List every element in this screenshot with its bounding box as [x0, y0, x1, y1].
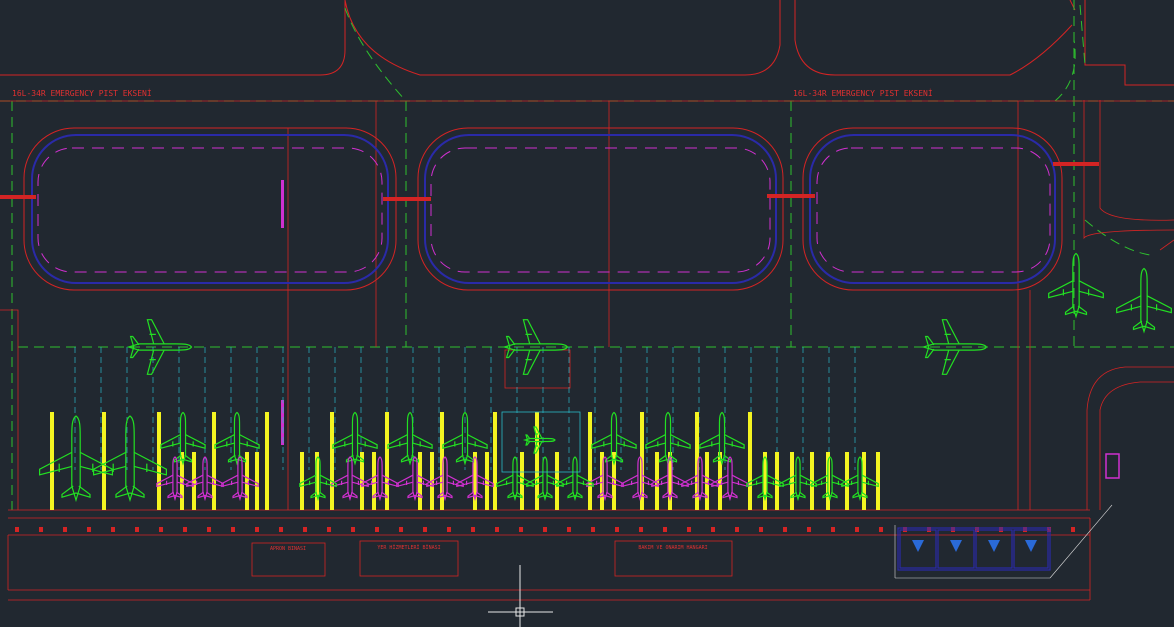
dimension-tick: [831, 527, 835, 532]
runway-label-left: 16L-34R EMERGENCY PIST EKSENİ: [12, 88, 152, 98]
yellow-stand-bar: [372, 452, 376, 510]
yellow-stand-bar: [157, 412, 161, 510]
dimension-tick: [39, 527, 43, 532]
yellow-stand-bar: [102, 412, 106, 510]
dimension-tick: [135, 527, 139, 532]
dimension-tick: [399, 527, 403, 532]
dimension-tick: [687, 527, 691, 532]
dimension-tick: [231, 527, 235, 532]
yellow-stand-bar: [748, 412, 752, 510]
dimension-tick: [471, 527, 475, 532]
dimension-tick: [255, 527, 259, 532]
dimension-tick: [879, 527, 883, 532]
dimension-tick: [207, 527, 211, 532]
yellow-stand-bar: [255, 452, 259, 510]
yellow-stand-bar: [212, 412, 216, 510]
dimension-tick: [495, 527, 499, 532]
dimension-tick: [639, 527, 643, 532]
dimension-tick: [111, 527, 115, 532]
dimension-tick: [15, 527, 19, 532]
dimension-tick: [567, 527, 571, 532]
dimension-tick: [711, 527, 715, 532]
dimension-tick: [159, 527, 163, 532]
dimension-tick: [615, 527, 619, 532]
dimension-tick: [759, 527, 763, 532]
cad-drawing-canvas[interactable]: APRON BINASI YER HİZMETLERİ BİNASI BAKIM…: [0, 0, 1174, 627]
dimension-tick: [855, 527, 859, 532]
yellow-stand-bar: [330, 412, 334, 510]
building-label-2: YER HİZMETLERİ BİNASI: [377, 544, 440, 551]
building-label-1: APRON BINASI: [270, 546, 306, 552]
dimension-tick: [63, 527, 67, 532]
dimension-tick: [327, 527, 331, 532]
yellow-stand-bar: [493, 412, 497, 510]
building-label-3: BAKIM VE ONARIM HANGARI: [638, 545, 707, 551]
dimension-tick: [351, 527, 355, 532]
dimension-tick: [735, 527, 739, 532]
runway-label-right: 16L-34R EMERGENCY PIST EKSENİ: [793, 88, 933, 98]
dimension-tick: [303, 527, 307, 532]
dimension-tick: [663, 527, 667, 532]
yellow-stand-bar: [300, 452, 304, 510]
dimension-tick: [447, 527, 451, 532]
dimension-tick: [279, 527, 283, 532]
dimension-tick: [519, 527, 523, 532]
dimension-tick: [1071, 527, 1075, 532]
yellow-stand-bar: [790, 452, 794, 510]
drawing-background: [0, 0, 1174, 627]
dimension-tick: [183, 527, 187, 532]
dimension-tick: [375, 527, 379, 532]
yellow-stand-bar: [265, 412, 269, 510]
dimension-tick: [543, 527, 547, 532]
dimension-tick: [87, 527, 91, 532]
dimension-tick: [807, 527, 811, 532]
dimension-tick: [783, 527, 787, 532]
dimension-tick: [591, 527, 595, 532]
yellow-stand-bar: [876, 452, 880, 510]
yellow-stand-bar: [50, 412, 54, 510]
yellow-stand-bar: [588, 412, 592, 510]
dimension-tick: [423, 527, 427, 532]
